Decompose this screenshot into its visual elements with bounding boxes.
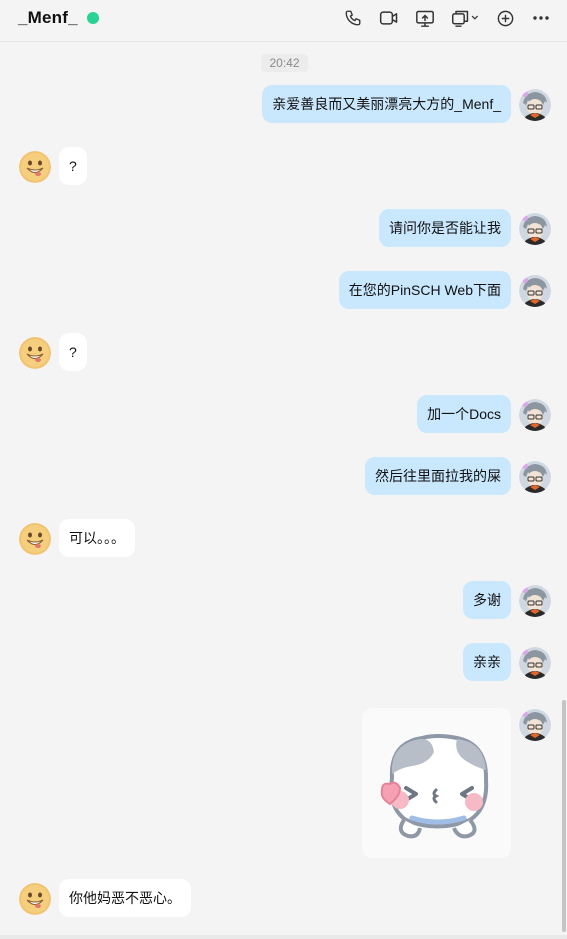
my-avatar[interactable] — [519, 647, 551, 679]
smiley-avatar-image — [19, 883, 51, 915]
message-row: 加一个Docs — [0, 395, 567, 439]
my-avatar[interactable] — [519, 213, 551, 245]
message-row: 然后往里面拉我的屎 — [0, 457, 567, 501]
remote-assist-button[interactable] — [449, 6, 481, 30]
smiley-avatar-image — [19, 523, 51, 555]
message-timestamp: 20:42 — [261, 54, 308, 72]
incoming-message-bubble[interactable]: 可以。。。 — [59, 519, 135, 557]
avatar-image — [519, 585, 551, 617]
contact-avatar[interactable] — [19, 151, 51, 183]
my-avatar[interactable] — [519, 89, 551, 121]
avatar-image — [519, 461, 551, 493]
screen-share-button[interactable] — [413, 6, 437, 30]
video-icon — [379, 11, 398, 25]
cat-sticker-image — [380, 734, 489, 839]
outgoing-message-bubble[interactable]: 亲亲 — [463, 643, 511, 681]
contact-title-group[interactable]: _Menf_ — [18, 8, 99, 28]
message-row: 多谢 — [0, 581, 567, 625]
contact-avatar[interactable] — [19, 337, 51, 369]
remote-assist-icon — [451, 10, 478, 27]
contact-avatar[interactable] — [19, 523, 51, 555]
outgoing-message-bubble[interactable]: 请问你是否能让我 — [379, 209, 511, 247]
header-toolbar — [329, 6, 553, 30]
message-row: ? — [0, 333, 567, 377]
smiley-avatar-image — [19, 337, 51, 369]
smiley-avatar-image — [19, 151, 51, 183]
avatar-image — [519, 89, 551, 121]
video-call-button[interactable] — [377, 6, 401, 30]
avatar-image — [519, 275, 551, 307]
message-row: ? — [0, 147, 567, 191]
outgoing-message-bubble[interactable]: 在您的PinSCH Web下面 — [338, 271, 511, 309]
contact-name[interactable]: _Menf_ — [18, 8, 78, 28]
my-avatar[interactable] — [519, 585, 551, 617]
message-row: 请问你是否能让我 — [0, 209, 567, 253]
outgoing-message-bubble[interactable]: 亲爱善良而又美丽漂亮大方的_Menf_ — [262, 85, 511, 123]
add-icon — [497, 10, 513, 26]
avatar-image — [519, 399, 551, 431]
incoming-message-bubble[interactable]: 你他妈恶不恶心。 — [59, 879, 191, 917]
sticker-message[interactable] — [362, 708, 511, 858]
my-avatar[interactable] — [519, 709, 551, 741]
message-list[interactable]: 20:42 亲爱善良而又美丽漂亮大方的_Menf_ ? 请问你是否能让我 在您的… — [0, 42, 567, 939]
online-status-dot — [86, 12, 99, 24]
add-button[interactable] — [493, 6, 517, 30]
incoming-message-bubble[interactable]: ? — [59, 147, 87, 185]
more-options-button[interactable] — [529, 6, 553, 30]
message-row: 可以。。。 — [0, 519, 567, 563]
message-row: 亲爱善良而又美丽漂亮大方的_Menf_ — [0, 85, 567, 129]
my-avatar[interactable] — [519, 461, 551, 493]
outgoing-message-bubble[interactable]: 加一个Docs — [417, 395, 511, 433]
my-avatar[interactable] — [519, 399, 551, 431]
outgoing-message-bubble[interactable]: 多谢 — [463, 581, 511, 619]
more-icon — [533, 16, 549, 20]
message-row: 在您的PinSCH Web下面 — [0, 271, 567, 315]
message-row: 你他妈恶不恶心。 — [0, 879, 567, 923]
outgoing-message-bubble[interactable]: 然后往里面拉我的屎 — [365, 457, 511, 495]
message-scrollbar[interactable] — [562, 700, 566, 932]
chat-header: _Menf_ — [0, 0, 567, 42]
phone-call-button[interactable] — [341, 6, 365, 30]
avatar-image — [519, 647, 551, 679]
phone-icon — [345, 10, 361, 26]
input-divider — [0, 935, 567, 939]
avatar-image — [519, 709, 551, 741]
screen-share-icon — [416, 10, 434, 27]
message-row: 亲亲 — [0, 643, 567, 687]
avatar-image — [519, 213, 551, 245]
contact-avatar[interactable] — [19, 883, 51, 915]
incoming-message-bubble[interactable]: ? — [59, 333, 87, 371]
my-avatar[interactable] — [519, 275, 551, 307]
